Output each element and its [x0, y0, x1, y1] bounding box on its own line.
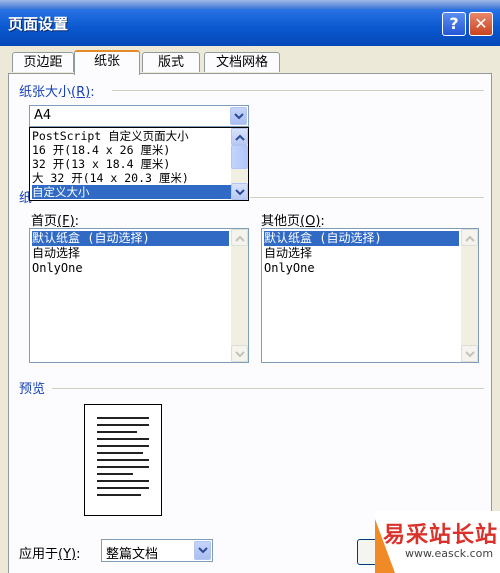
paper-size-selected: A4 — [34, 108, 52, 123]
preview-text-line — [97, 452, 143, 454]
watermark-url: www.easck.com — [405, 547, 494, 560]
first-page-hotkey: (F) — [57, 214, 75, 229]
preview-separator — [52, 388, 484, 389]
tray-item-selected[interactable]: 默认纸盒 (自动选择) — [264, 231, 459, 246]
paper-size-option[interactable]: 16 开(18.4 x 26 厘米) — [32, 143, 231, 157]
paper-size-label-text: 纸张大小 — [19, 85, 72, 100]
paper-size-option[interactable]: PostScript 自定义页面大小 — [32, 129, 231, 143]
paper-size-option-selected[interactable]: 自定义大小 — [32, 185, 231, 199]
other-pages-scrollbar[interactable] — [461, 229, 478, 362]
apply-to-selected: 整篇文档 — [106, 547, 159, 562]
preview-text-line — [97, 417, 149, 419]
scroll-down-button[interactable] — [231, 345, 248, 362]
window-title: 页面设置 — [8, 15, 69, 33]
scroll-up-button[interactable] — [461, 229, 478, 246]
preview-label: 预览 — [19, 382, 46, 397]
scroll-up-button[interactable] — [231, 229, 248, 246]
paper-size-colon: : — [90, 85, 95, 100]
preview-text-line — [97, 473, 133, 475]
chevron-up-icon — [235, 134, 245, 141]
paper-size-combobox[interactable]: A4 — [29, 105, 249, 127]
preview-text-line — [97, 431, 137, 433]
scroll-down-button[interactable] — [461, 345, 478, 362]
apply-to-hotkey: (Y) — [58, 547, 77, 562]
tray-item[interactable]: OnlyOne — [32, 261, 83, 276]
title-bar: 页面设置 ? ✕ — [0, 0, 500, 46]
apply-to-label-text: 应用于 — [19, 547, 59, 562]
paper-size-option[interactable]: 大 32 开(14 x 20.3 厘米) — [32, 171, 231, 185]
paper-source-separator — [250, 197, 484, 198]
tray-item[interactable]: OnlyOne — [264, 261, 315, 276]
first-page-label-text: 首页 — [31, 214, 58, 229]
paper-size-dropdown-list[interactable]: PostScript 自定义页面大小 16 开(18.4 x 26 厘米) 32… — [29, 127, 249, 201]
paper-size-dropdown-button[interactable] — [230, 107, 247, 125]
other-pages-tray-list[interactable]: 默认纸盒 (自动选择) 自动选择 OnlyOne — [261, 228, 479, 363]
scroll-up-button[interactable] — [231, 128, 248, 145]
other-pages-hotkey: (O) — [300, 214, 321, 229]
page-setup-dialog: 页面设置 ? ✕ 页边距 纸张 版式 文档网格 纸张大小(R): A4 Post… — [0, 0, 500, 573]
paper-size-hotkey: (R) — [71, 85, 91, 100]
help-button[interactable]: ? — [442, 12, 466, 36]
other-pages-label-text: 其他页 — [261, 214, 301, 229]
preview-text-line — [97, 438, 149, 440]
close-button[interactable]: ✕ — [469, 12, 493, 36]
first-page-label: 首页(F): — [31, 210, 79, 229]
other-pages-label: 其他页(O): — [261, 210, 325, 229]
tray-item[interactable]: 自动选择 — [32, 246, 80, 261]
preview-text-line — [97, 494, 141, 496]
paper-size-label: 纸张大小(R): — [19, 81, 95, 100]
apply-to-combobox[interactable]: 整篇文档 — [101, 539, 213, 562]
other-pages-colon: : — [320, 214, 325, 229]
chevron-up-icon — [235, 235, 245, 242]
chevron-down-icon — [465, 351, 475, 358]
apply-to-dropdown-button[interactable] — [194, 541, 211, 560]
apply-to-label: 应用于(Y): — [19, 543, 81, 562]
paper-size-option[interactable]: 32 开(13 x 18.4 厘米) — [32, 157, 231, 171]
chevron-down-icon — [235, 189, 245, 196]
tab-document-grid[interactable]: 文档网格 — [204, 52, 280, 72]
dropdown-scrollbar[interactable] — [231, 128, 248, 200]
tab-paper[interactable]: 纸张 — [74, 50, 140, 75]
preview-page — [84, 404, 162, 516]
chevron-down-icon — [198, 547, 208, 554]
watermark: 易采站长站 www.easck.com — [375, 511, 500, 573]
preview-text-line — [97, 445, 149, 447]
first-page-scrollbar[interactable] — [231, 229, 248, 362]
first-page-tray-list[interactable]: 默认纸盒 (自动选择) 自动选择 OnlyOne — [29, 228, 249, 363]
tab-margins[interactable]: 页边距 — [12, 52, 74, 72]
apply-to-colon: : — [76, 547, 81, 562]
watermark-text: 易采站长站 — [383, 522, 499, 548]
tray-item-selected[interactable]: 默认纸盒 (自动选择) — [32, 231, 229, 246]
preview-text-line — [97, 424, 149, 426]
chevron-down-icon — [235, 351, 245, 358]
paper-size-separator — [112, 90, 484, 91]
chevron-down-icon — [234, 113, 244, 120]
preview-text-line — [97, 466, 149, 468]
scroll-down-button[interactable] — [231, 183, 248, 200]
tab-layout[interactable]: 版式 — [142, 52, 200, 72]
title-bar-top-strip — [0, 0, 500, 9]
scroll-thumb[interactable] — [231, 145, 248, 169]
first-page-colon: : — [74, 214, 80, 229]
chevron-up-icon — [465, 235, 475, 242]
tray-item[interactable]: 自动选择 — [264, 246, 312, 261]
preview-text-line — [97, 459, 149, 461]
preview-text-line — [97, 480, 149, 482]
preview-text-line — [97, 487, 149, 489]
